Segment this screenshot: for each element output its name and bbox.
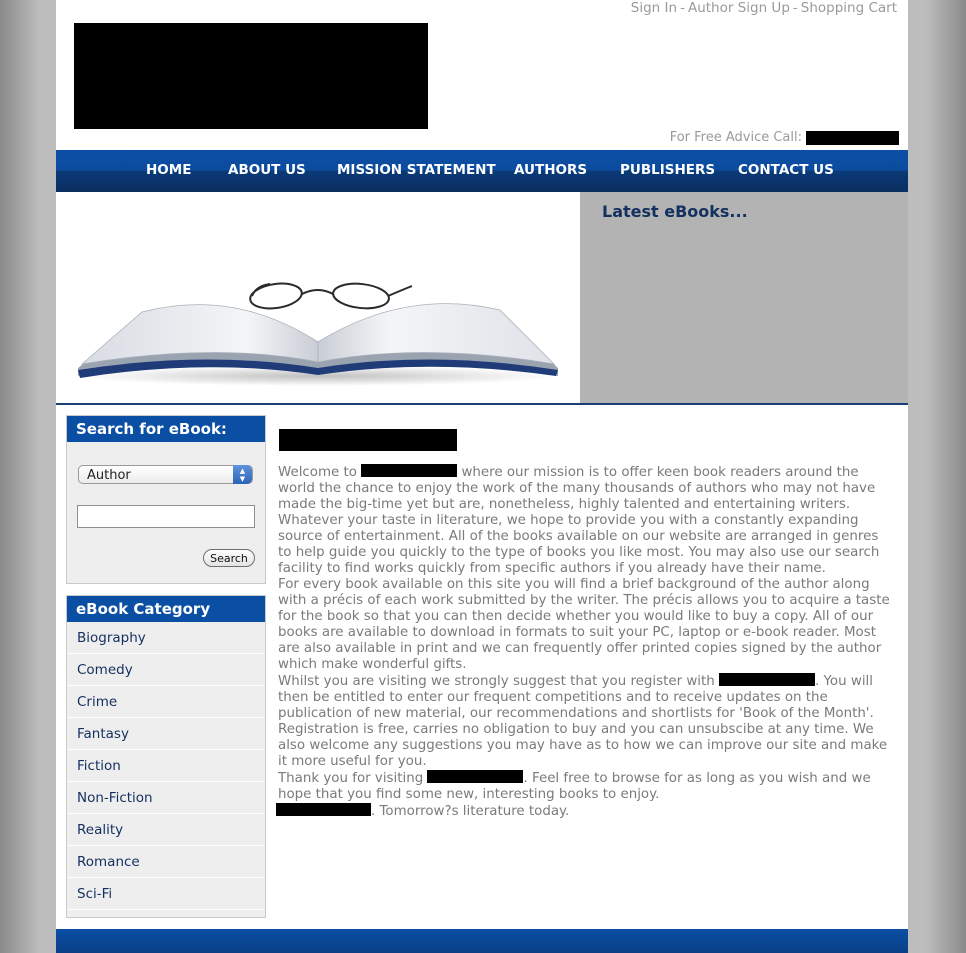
tagline-paragraph: . Tomorrow?s literature today. (276, 803, 890, 820)
search-panel: Search for eBook: Author ▲ ▼ Search (66, 415, 266, 584)
site-name-redacted (361, 464, 458, 477)
category-fiction[interactable]: Fiction (67, 750, 265, 782)
search-input[interactable] (77, 505, 255, 528)
text-span: Whilst you are visiting we strongly sugg… (278, 674, 720, 689)
register-paragraph: Whilst you are visiting we strongly sugg… (278, 673, 890, 770)
footer-bar (56, 929, 908, 953)
category-non-fiction[interactable]: Non-Fiction (67, 782, 265, 814)
main-nav: HOME ABOUT US MISSION STATEMENT AUTHORS … (56, 150, 908, 192)
top-links: Sign In - Author Sign Up - Shopping Cart (631, 0, 897, 16)
divider (56, 403, 908, 405)
category-romance[interactable]: Romance (67, 846, 265, 878)
search-button[interactable]: Search (203, 549, 255, 567)
site-name-redacted (719, 673, 816, 686)
nav-home[interactable]: HOME (146, 162, 191, 178)
content-title-redacted (279, 429, 457, 451)
separator: - (680, 0, 685, 16)
precis-paragraph: For every book available on this site yo… (278, 577, 890, 672)
nav-mission-statement[interactable]: MISSION STATEMENT (337, 162, 496, 178)
category-reality[interactable]: Reality (67, 814, 265, 846)
author-sign-up-link[interactable]: Author Sign Up (688, 0, 790, 16)
welcome-paragraph: Welcome to where our mission is to offer… (278, 464, 890, 513)
separator: - (792, 0, 798, 16)
advice-line: For Free Advice Call: (670, 130, 899, 145)
phone-number-redacted (806, 130, 899, 145)
site-name-redacted (276, 803, 371, 816)
category-panel-title: eBook Category (67, 596, 265, 622)
search-type-value: Author (87, 468, 131, 483)
taste-paragraph: Whatever your taste in literature, we ho… (278, 513, 880, 576)
text-span: Welcome to (278, 465, 362, 480)
category-list: Biography Comedy Crime Fantasy Fiction N… (67, 622, 265, 910)
open-book-image (56, 192, 580, 403)
search-type-select[interactable]: Author ▲ ▼ (78, 465, 253, 484)
open-book-with-glasses-illustration (78, 282, 558, 386)
category-panel: eBook Category Biography Comedy Crime Fa… (66, 595, 266, 918)
welcome-text: Welcome to where our mission is to offer… (276, 464, 890, 820)
text-span: Thank you for visiting (278, 771, 428, 786)
nav-authors[interactable]: AUTHORS (514, 162, 587, 178)
page: Sign In - Author Sign Up - Shopping Cart For… (56, 0, 908, 953)
nav-publishers[interactable]: PUBLISHERS (620, 162, 715, 178)
site-name-redacted (427, 770, 524, 783)
nav-about-us[interactable]: ABOUT US (228, 162, 306, 178)
site-logo-redacted[interactable] (74, 23, 428, 129)
nav-contact-us[interactable]: CONTACT US (738, 162, 834, 178)
latest-ebooks-panel: Latest eBooks... (580, 192, 908, 403)
text-span: . Tomorrow?s literature today. (371, 804, 570, 819)
category-sci-fi[interactable]: Sci-Fi (67, 878, 265, 910)
advice-label: For Free Advice Call: (669, 130, 802, 145)
select-arrows-icon: ▲ ▼ (233, 465, 252, 484)
category-biography[interactable]: Biography (67, 622, 265, 654)
hero-banner: Latest eBooks... (56, 192, 908, 403)
latest-ebooks-heading: Latest eBooks... (602, 202, 748, 221)
sign-in-link[interactable]: Sign In (631, 0, 677, 16)
category-comedy[interactable]: Comedy (67, 654, 265, 686)
shopping-cart-link[interactable]: Shopping Cart (801, 0, 897, 16)
thanks-paragraph: Thank you for visiting . Feel free to br… (278, 770, 890, 803)
category-crime[interactable]: Crime (67, 686, 265, 718)
category-fantasy[interactable]: Fantasy (67, 718, 265, 750)
search-panel-title: Search for eBook: (67, 416, 265, 442)
